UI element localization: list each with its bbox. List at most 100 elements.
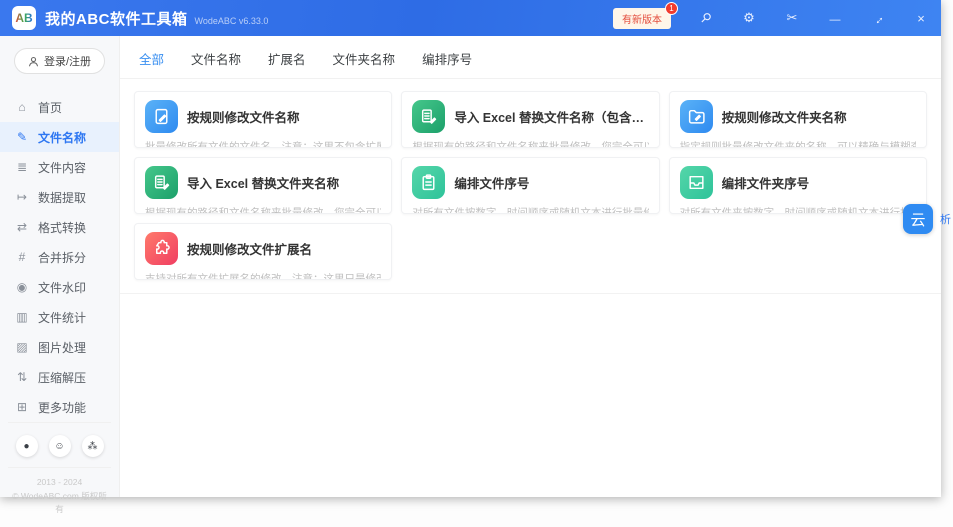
file-name-icon: ✎ [15,130,29,144]
community-button[interactable]: ● [16,435,38,457]
category-tabbar: 全部 文件名称 扩展名 文件夹名称 编排序号 [120,36,941,79]
app-logo-text: AB [15,11,32,25]
sidebar-item-file-name[interactable]: ✎ 文件名称 [0,122,119,152]
card-title: 按规则修改文件名称 [187,107,300,126]
login-register-label: 登录/注册 [44,53,91,69]
card-title: 按规则修改文件夹名称 [722,107,847,126]
file-number-icon [412,166,445,199]
person-icon [28,56,39,67]
cloud-floating-widget[interactable]: 云 析 [903,204,951,234]
tab-file-name[interactable]: 文件名称 [191,49,241,68]
sidebar-item-more[interactable]: ⊞ 更多功能 [0,392,119,422]
social-row: ● ☺ ⁂ [8,422,111,467]
more-icon: ⊞ [15,400,29,414]
feature-card[interactable]: 按规则修改文件扩展名 支持对所有文件扩展名的修改，注意：这里只是修改扩展名，「不… [134,223,392,280]
watermark-icon: ◉ [15,280,29,294]
compress-icon: ⇅ [15,370,29,384]
sidebar-item-file-stats[interactable]: ▥ 文件统计 [0,302,119,332]
main-row: 登录/注册 ⌂ 首页 ✎ 文件名称 ≣ 文件内容 ↦ 数据提取 ⇄ 格式转换 #… [0,36,941,497]
sidebar-item-compress[interactable]: ⇅ 压缩解压 [0,362,119,392]
image-process-icon: ▨ [15,340,29,354]
sidebar-item-label: 文件内容 [38,159,86,176]
feature-card[interactable]: 按规则修改文件名称 批量修改所有文件的文件名，注意：这里不包含扩展名 [134,91,392,148]
extension-edit-icon [145,232,178,265]
sidebar-item-label: 合并拆分 [38,249,86,266]
card-description: 根据现有的路径和文件名称来批量修改，您完全可以利用 Excel 强大的功能 [145,205,381,214]
title-bar: AB 我的ABC软件工具箱 WodeABC v6.33.0 有新版本 1 ⚲⚙✂… [0,0,941,36]
sidebar-item-watermark[interactable]: ◉ 文件水印 [0,272,119,302]
card-description: 根据现有的路径和文件名称来批量修改，您完全可以利用 Excel 强大的功能 [412,139,648,148]
copyright: 2013 - 2024 © WodeABC.com 版权所有 [8,467,111,527]
feature-card[interactable]: 编排文件序号 对所有文件按数字、时间顺序或随机文本进行批量修改，如果您的规则不 [401,157,659,214]
update-badge-label: 有新版本 [622,15,662,26]
window-controls: ⚲ ⚙ ✂ — ↔ × [698,10,929,26]
data-extract-icon: ↦ [15,190,29,204]
login-register-button[interactable]: 登录/注册 [14,48,105,74]
feature-card[interactable]: 导入 Excel 替换文件名称（包含扩展名） 根据现有的路径和文件名称来批量修改… [401,91,659,148]
sidebar-item-image-process[interactable]: ▨ 图片处理 [0,332,119,362]
update-badge[interactable]: 有新版本 1 [613,8,671,29]
sidebar-item-data-extract[interactable]: ↦ 数据提取 [0,182,119,212]
file-stats-icon: ▥ [15,310,29,324]
tab-extension[interactable]: 扩展名 [268,49,306,68]
sidebar-bottom: ● ☺ ⁂ 2013 - 2024 © WodeABC.com 版权所有 [0,422,119,527]
minimize-icon[interactable]: — [827,11,843,26]
folder-number-icon [680,166,713,199]
cards-grid: 按规则修改文件名称 批量修改所有文件的文件名，注意：这里不包含扩展名 导入 Ex… [134,91,927,280]
app-logo: AB [12,6,36,30]
feature-card[interactable]: 按规则修改文件夹名称 指定规则批量修改文件夹的名称，可以精确与模糊查找替换 [669,91,927,148]
file-content-icon: ≣ [15,160,29,174]
share-button[interactable]: ⁂ [82,435,104,457]
sidebar-item-merge-split[interactable]: # 合并拆分 [0,242,119,272]
share-icon: ⁂ [88,441,98,452]
card-description: 对所有文件夹按数字、时间顺序或随机文本进行批量修改，如果您的规则 [680,205,916,214]
scissors-icon[interactable]: ✂ [784,10,800,26]
card-title: 按规则修改文件扩展名 [187,239,312,258]
excel-import-icon [412,100,445,133]
sidebar-item-label: 文件名称 [38,129,86,146]
app-version: WodeABC v6.33.0 [195,16,269,26]
copyright-years: 2013 - 2024 [10,476,109,490]
home-icon: ⌂ [15,100,29,114]
sidebar-menu: ⌂ 首页 ✎ 文件名称 ≣ 文件内容 ↦ 数据提取 ⇄ 格式转换 # 合并拆分 … [0,82,119,422]
card-title: 编排文件序号 [454,173,529,192]
tab-all[interactable]: 全部 [139,49,164,68]
doc-edit-icon [145,100,178,133]
feature-card[interactable]: 编排文件夹序号 对所有文件夹按数字、时间顺序或随机文本进行批量修改，如果您的规则 [669,157,927,214]
card-description: 对所有文件按数字、时间顺序或随机文本进行批量修改，如果您的规则不 [412,205,648,214]
gear-icon[interactable]: ⚙ [741,10,757,26]
sidebar-item-label: 文件统计 [38,309,86,326]
excel-import-icon [145,166,178,199]
search-icon[interactable]: ⚲ [698,10,714,26]
content-area: 全部 文件名称 扩展名 文件夹名称 编排序号 按规则修改文件名称 批量修改所有文件的文件… [120,36,941,497]
titlebar-actions: 有新版本 1 ⚲ ⚙ ✂ — ↔ × [613,8,929,29]
card-description: 指定规则批量修改文件夹的名称，可以精确与模糊查找替换 [680,139,916,148]
feature-card[interactable]: 导入 Excel 替换文件夹名称 根据现有的路径和文件名称来批量修改，您完全可以… [134,157,392,214]
sidebar-item-label: 图片处理 [38,339,86,356]
tab-order-number[interactable]: 编排序号 [422,49,472,68]
card-title: 导入 Excel 替换文件名称（包含扩展名） [454,107,648,126]
maximize-icon[interactable]: ↔ [870,11,886,26]
sidebar-item-home[interactable]: ⌂ 首页 [0,92,119,122]
close-icon[interactable]: × [913,11,929,26]
sidebar-item-label: 更多功能 [38,399,86,416]
card-description: 批量修改所有文件的文件名，注意：这里不包含扩展名 [145,139,381,148]
sidebar-item-label: 格式转换 [38,219,86,236]
app-window: AB 我的ABC软件工具箱 WodeABC v6.33.0 有新版本 1 ⚲⚙✂… [0,0,941,497]
copyright-owner: © WodeABC.com 版权所有 [10,490,109,517]
sidebar-item-format-convert[interactable]: ⇄ 格式转换 [0,212,119,242]
cards-panel: 按规则修改文件名称 批量修改所有文件的文件名，注意：这里不包含扩展名 导入 Ex… [120,79,941,294]
sidebar-item-file-content[interactable]: ≣ 文件内容 [0,152,119,182]
sidebar: 登录/注册 ⌂ 首页 ✎ 文件名称 ≣ 文件内容 ↦ 数据提取 ⇄ 格式转换 #… [0,36,120,497]
card-title: 导入 Excel 替换文件夹名称 [187,173,339,192]
sidebar-item-label: 首页 [38,99,62,116]
sidebar-item-label: 数据提取 [38,189,86,206]
format-convert-icon: ⇄ [15,220,29,234]
card-description: 支持对所有文件扩展名的修改，注意：这里只是修改扩展名，「不是」文 [145,271,381,280]
tab-folder-name[interactable]: 文件夹名称 [333,49,396,68]
feedback-icon: ☺ [54,441,64,452]
sidebar-item-label: 压缩解压 [38,369,86,386]
feedback-button[interactable]: ☺ [49,435,71,457]
sidebar-item-label: 文件水印 [38,279,86,296]
folder-edit-icon [680,100,713,133]
